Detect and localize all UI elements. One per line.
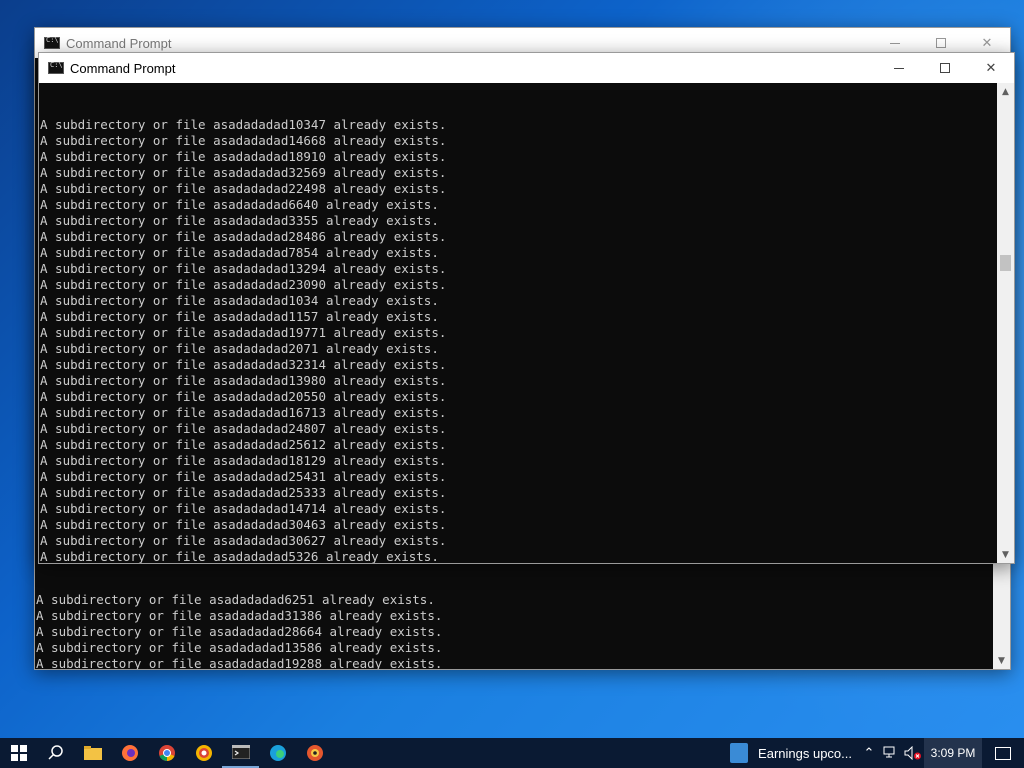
- search-icon: [47, 745, 63, 760]
- start-button[interactable]: [0, 738, 37, 768]
- scroll-down-arrow[interactable]: ▼: [997, 546, 1014, 563]
- console-lines-back: A subdirectory or file asadadadad6251 al…: [36, 592, 993, 669]
- scrollbar-back[interactable]: ▼: [993, 560, 1010, 669]
- chrome-icon: [158, 745, 175, 762]
- taskbar-chrome-alt[interactable]: [185, 738, 222, 768]
- console-line: A subdirectory or file asadadadad18129 a…: [40, 453, 447, 468]
- console-line: A subdirectory or file asadadadad14668 a…: [40, 133, 447, 148]
- console-output-back[interactable]: A subdirectory or file asadadadad6251 al…: [35, 560, 993, 669]
- volume-button[interactable]: [902, 738, 924, 768]
- command-prompt-window-front[interactable]: Command Prompt ✕ A subdirectory or file …: [38, 52, 1015, 564]
- scroll-thumb[interactable]: [1000, 255, 1011, 271]
- file-explorer-icon: [83, 746, 102, 760]
- windows-start-icon: [10, 745, 27, 761]
- console-line: A subdirectory or file asadadadad6251 al…: [36, 592, 435, 607]
- taskbar-chrome[interactable]: [148, 738, 185, 768]
- console-line: A subdirectory or file asadadadad2071 al…: [40, 341, 439, 356]
- console-line: A subdirectory or file asadadadad20550 a…: [40, 389, 447, 404]
- chevron-up-icon: ⌃: [863, 745, 875, 761]
- notifications-button[interactable]: [982, 738, 1024, 768]
- console-line: A subdirectory or file asadadadad28664 a…: [36, 624, 443, 639]
- console-line: A subdirectory or file asadadadad1157 al…: [40, 309, 439, 324]
- network-button[interactable]: [880, 738, 902, 768]
- console-line: A subdirectory or file asadadadad13294 a…: [40, 261, 447, 276]
- console-line: A subdirectory or file asadadadad6640 al…: [40, 197, 439, 212]
- taskbar: Earnings upco... ⌃ 3:09 PM: [0, 738, 1024, 768]
- console-line: A subdirectory or file asadadadad7854 al…: [40, 245, 439, 260]
- console-line: A subdirectory or file asadadadad25612 a…: [40, 437, 447, 452]
- maximize-icon: [936, 38, 946, 48]
- taskbar-command-prompt[interactable]: [222, 738, 259, 768]
- console-line: A subdirectory or file asadadadad16713 a…: [40, 405, 447, 420]
- network-icon: [883, 746, 895, 758]
- volume-muted-icon: [904, 746, 921, 760]
- scroll-down-arrow-back[interactable]: ▼: [993, 652, 1010, 669]
- console-line: A subdirectory or file asadadadad5326 al…: [40, 549, 439, 563]
- maximize-button[interactable]: [922, 53, 968, 83]
- edge-icon: [269, 745, 286, 761]
- console-lines-front: A subdirectory or file asadadadad10347 a…: [40, 117, 997, 563]
- notification-icon: [995, 746, 1011, 760]
- taskbar-firefox[interactable]: [111, 738, 148, 768]
- console-line: A subdirectory or file asadadadad14714 a…: [40, 501, 447, 516]
- minimize-icon: [890, 42, 900, 44]
- chrome-alt-icon: [195, 745, 212, 761]
- close-button[interactable]: ✕: [968, 53, 1014, 83]
- console-line: A subdirectory or file asadadadad1034 al…: [40, 293, 439, 308]
- console-line: A subdirectory or file asadadadad31386 a…: [36, 608, 443, 623]
- command-prompt-icon: [231, 745, 250, 759]
- taskbar-file-explorer[interactable]: [74, 738, 111, 768]
- taskbar-app[interactable]: [296, 738, 333, 768]
- console-line: A subdirectory or file asadadadad32314 a…: [40, 357, 447, 372]
- search-button[interactable]: [37, 738, 74, 768]
- console-line: A subdirectory or file asadadadad24807 a…: [40, 421, 447, 436]
- console-line: A subdirectory or file asadadadad23090 a…: [40, 277, 447, 292]
- console-line: A subdirectory or file asadadadad25333 a…: [40, 485, 447, 500]
- console-line: A subdirectory or file asadadadad32569 a…: [40, 165, 447, 180]
- show-hidden-icons-button[interactable]: ⌃: [858, 738, 880, 768]
- console-line: A subdirectory or file asadadadad19771 a…: [40, 325, 447, 340]
- console-line: A subdirectory or file asadadadad25431 a…: [40, 469, 447, 484]
- command-prompt-icon: [48, 61, 64, 74]
- console-output-front[interactable]: A subdirectory or file asadadadad10347 a…: [39, 83, 997, 563]
- console-line: A subdirectory or file asadadadad13586 a…: [36, 640, 443, 655]
- scrollbar-front[interactable]: ▲ ▼: [997, 83, 1014, 563]
- news-text: Earnings upco...: [758, 745, 852, 761]
- taskbar-edge[interactable]: [259, 738, 296, 768]
- clock[interactable]: 3:09 PM: [924, 738, 982, 768]
- app-icon: [306, 745, 323, 761]
- console-line: A subdirectory or file asadadadad19288 a…: [36, 656, 443, 669]
- window-title-back: Command Prompt: [66, 35, 172, 51]
- news-widget[interactable]: Earnings upco...: [724, 738, 858, 768]
- window-title-front: Command Prompt: [70, 60, 176, 76]
- console-line: A subdirectory or file asadadadad10347 a…: [40, 117, 447, 132]
- scroll-up-arrow[interactable]: ▲: [997, 83, 1014, 100]
- maximize-icon: [940, 63, 950, 73]
- console-line: A subdirectory or file asadadadad13980 a…: [40, 373, 447, 388]
- console-line: A subdirectory or file asadadadad30627 a…: [40, 533, 447, 548]
- command-prompt-icon: [44, 36, 60, 49]
- console-line: A subdirectory or file asadadadad18910 a…: [40, 149, 447, 164]
- console-line: A subdirectory or file asadadadad30463 a…: [40, 517, 447, 532]
- console-line: A subdirectory or file asadadadad3355 al…: [40, 213, 439, 228]
- console-line: A subdirectory or file asadadadad22498 a…: [40, 181, 447, 196]
- console-line: A subdirectory or file asadadadad28486 a…: [40, 229, 447, 244]
- close-icon: ✕: [985, 60, 997, 76]
- firefox-icon: [121, 745, 138, 761]
- minimize-icon: [894, 67, 904, 69]
- close-icon: ✕: [981, 35, 993, 51]
- title-bar-front[interactable]: Command Prompt ✕: [39, 53, 1014, 83]
- minimize-button[interactable]: [876, 53, 922, 83]
- news-icon: [730, 743, 749, 763]
